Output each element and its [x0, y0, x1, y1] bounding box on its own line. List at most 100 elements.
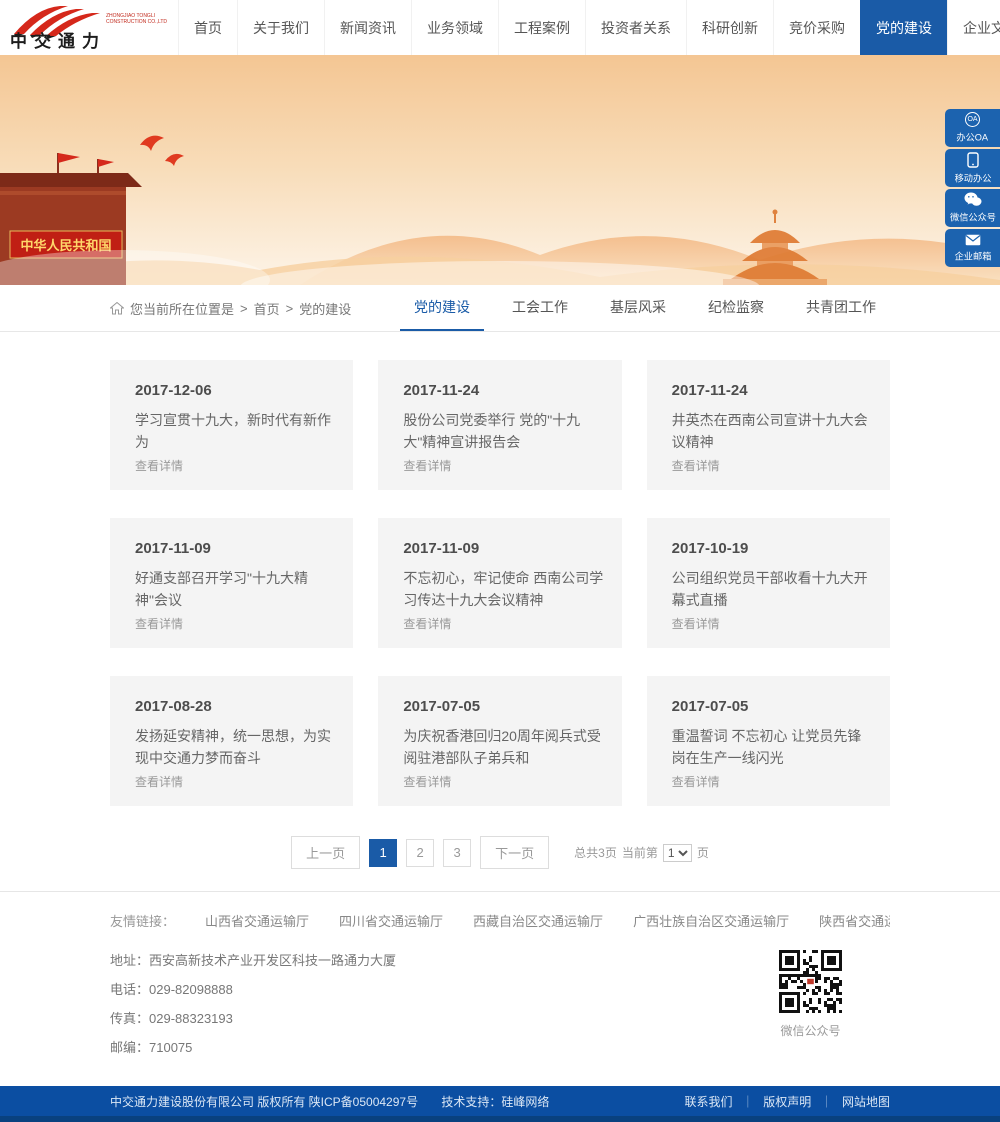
news-title: 发扬延安精神，统一思想，为实现中交通力梦而奋斗 — [135, 726, 335, 769]
page-1-button[interactable]: 1 — [369, 839, 397, 867]
nav-item-projects[interactable]: 工程案例 — [498, 0, 585, 55]
contact-phone: 电话：029-82098888 — [110, 979, 396, 998]
tab-youth-league[interactable]: 共青团工作 — [792, 285, 890, 331]
news-card[interactable]: 2017-07-05 为庆祝香港回归20周年阅兵式受阅驻港部队子弟兵和 查看详情 — [378, 676, 621, 806]
breadcrumb-prefix: 您当前所在位置是 — [130, 299, 234, 318]
tab-party-building[interactable]: 党的建设 — [400, 285, 484, 331]
bottom-bar: 中交通力建设股份有限公司 版权所有 陕ICP备05004297号 技术支持：硅峰… — [0, 1086, 1000, 1116]
office-oa-button[interactable]: OA 办公OA — [945, 109, 1000, 147]
mobile-office-button[interactable]: 移动办公 — [945, 149, 1000, 187]
qr-code — [779, 950, 842, 1013]
tab-discipline[interactable]: 纪检监察 — [694, 285, 778, 331]
friend-links-row: 友情链接： 山西省交通运输厅 四川省交通运输厅 西藏自治区交通运输厅 广西壮族自… — [110, 892, 890, 936]
news-card[interactable]: 2017-11-09 好通支部召开学习"十九大精神"会议 查看详情 — [110, 518, 353, 648]
news-title: 好通支部召开学习"十九大精神"会议 — [135, 568, 335, 611]
pagination: 上一页 1 2 3 下一页 总共3页 当前第 1 页 — [110, 836, 890, 869]
page-3-button[interactable]: 3 — [443, 839, 471, 867]
pagination-total: 总共3页 — [574, 844, 617, 861]
news-title: 为庆祝香港回归20周年阅兵式受阅驻港部队子弟兵和 — [403, 726, 603, 769]
breadcrumb-home-link[interactable]: 首页 — [254, 299, 280, 318]
news-card[interactable]: 2017-12-06 学习宣贯十九大，新时代有新作为 查看详情 — [110, 360, 353, 490]
mail-icon — [965, 234, 981, 246]
friend-link[interactable]: 山西省交通运输厅 — [205, 911, 309, 930]
nav-item-research[interactable]: 科研创新 — [686, 0, 773, 55]
breadcrumb: 您当前所在位置是 > 首页 > 党的建设 — [110, 285, 351, 331]
news-date: 2017-11-09 — [403, 540, 603, 557]
news-title: 学习宣贯十九大，新时代有新作为 — [135, 410, 335, 453]
wechat-icon — [964, 192, 982, 207]
news-title: 股份公司党委举行 党的"十九大"精神宣讲报告会 — [403, 410, 603, 453]
logo-art: ZHONGJIAO TONGLI CONSTRUCTION CO.,LTD 中交… — [8, 4, 178, 52]
news-card[interactable]: 2017-11-09 不忘初心，牢记使命 西南公司学习传达十九大会议精神 查看详… — [378, 518, 621, 648]
copyright-text: 中交通力建设股份有限公司 版权所有 陕ICP备05004297号 技术支持：硅峰… — [110, 1093, 555, 1110]
nav-item-business[interactable]: 业务领域 — [411, 0, 498, 55]
view-details-link[interactable]: 查看详情 — [135, 615, 183, 632]
news-date: 2017-11-24 — [403, 382, 603, 399]
friend-link[interactable]: 西藏自治区交通运输厅 — [473, 911, 603, 930]
news-title: 重温誓词 不忘初心 让党员先锋岗在生产一线闪光 — [672, 726, 872, 769]
nav-item-news[interactable]: 新闻资讯 — [324, 0, 411, 55]
page-select[interactable]: 1 — [663, 844, 692, 862]
friend-link[interactable]: 四川省交通运输厅 — [339, 911, 443, 930]
view-details-link[interactable]: 查看详情 — [135, 457, 183, 474]
news-card[interactable]: 2017-10-19 公司组织党员干部收看十九大开幕式直播 查看详情 — [647, 518, 890, 648]
company-logo[interactable]: ZHONGJIAO TONGLI CONSTRUCTION CO.,LTD 中交… — [0, 0, 178, 55]
view-details-link[interactable]: 查看详情 — [672, 457, 720, 474]
copyright-statement-link[interactable]: 版权声明 — [763, 1095, 811, 1109]
nav-item-investor[interactable]: 投资者关系 — [585, 0, 686, 55]
news-section: 2017-12-06 学习宣贯十九大，新时代有新作为 查看详情 2017-11-… — [0, 332, 1000, 869]
friend-links-label: 友情链接： — [110, 911, 175, 930]
contact-fax: 传真：029-88323193 — [110, 1008, 396, 1027]
nav-item-about[interactable]: 关于我们 — [237, 0, 324, 55]
news-title: 不忘初心，牢记使命 西南公司学习传达十九大会议精神 — [403, 568, 603, 611]
next-page-button[interactable]: 下一页 — [480, 836, 549, 869]
breadcrumb-sep: > — [240, 301, 248, 316]
nav-item-culture[interactable]: 企业文化 — [947, 0, 1000, 55]
wechat-official-button[interactable]: 微信公众号 — [945, 189, 1000, 227]
view-details-link[interactable]: 查看详情 — [135, 773, 183, 790]
logo-subtitle: ZHONGJIAO TONGLI CONSTRUCTION CO.,LTD — [106, 13, 176, 26]
wechat-qr-box: 微信公众号 — [779, 950, 842, 1039]
friend-link[interactable]: 广西壮族自治区交通运输厅 — [633, 911, 789, 930]
oa-icon: OA — [965, 112, 980, 127]
news-date: 2017-10-19 — [672, 540, 872, 557]
news-card[interactable]: 2017-08-28 发扬延安精神，统一思想，为实现中交通力梦而奋斗 查看详情 — [110, 676, 353, 806]
news-date: 2017-07-05 — [672, 698, 872, 715]
tab-grassroots[interactable]: 基层风采 — [596, 285, 680, 331]
news-card[interactable]: 2017-11-24 股份公司党委举行 党的"十九大"精神宣讲报告会 查看详情 — [378, 360, 621, 490]
news-title: 公司组织党员干部收看十九大开幕式直播 — [672, 568, 872, 611]
news-date: 2017-07-05 — [403, 698, 603, 715]
breadcrumb-current[interactable]: 党的建设 — [299, 299, 351, 318]
view-details-link[interactable]: 查看详情 — [672, 615, 720, 632]
view-details-link[interactable]: 查看详情 — [672, 773, 720, 790]
copyright: 中交通力建设股份有限公司 版权所有 陕ICP备05004297号 — [110, 1095, 418, 1109]
view-details-link[interactable]: 查看详情 — [403, 615, 451, 632]
home-icon — [110, 302, 124, 315]
bottom-strip — [0, 1116, 1000, 1122]
view-details-link[interactable]: 查看详情 — [403, 457, 451, 474]
sitemap-link[interactable]: 网站地图 — [842, 1095, 890, 1109]
contact-info: 地址：西安高新技术产业开发区科技一路通力大厦 电话：029-82098888 传… — [110, 950, 396, 1066]
news-date: 2017-11-09 — [135, 540, 335, 557]
logo-name: 中交通力 — [10, 27, 106, 52]
tab-union-work[interactable]: 工会工作 — [498, 285, 582, 331]
nav-item-bidding[interactable]: 竞价采购 — [773, 0, 860, 55]
friend-link[interactable]: 陕西省交通运输厅 — [819, 911, 890, 930]
news-card[interactable]: 2017-11-24 井英杰在西南公司宣讲十九大会议精神 查看详情 — [647, 360, 890, 490]
news-title: 井英杰在西南公司宣讲十九大会议精神 — [672, 410, 872, 453]
contact-address: 地址：西安高新技术产业开发区科技一路通力大厦 — [110, 950, 396, 969]
page-2-button[interactable]: 2 — [406, 839, 434, 867]
news-card[interactable]: 2017-07-05 重温誓词 不忘初心 让党员先锋岗在生产一线闪光 查看详情 — [647, 676, 890, 806]
banner-illustration: 中华人民共和国 — [0, 55, 1000, 285]
bottom-link-sep: ｜ — [821, 1095, 833, 1109]
contact-us-link[interactable]: 联系我们 — [685, 1095, 733, 1109]
prev-page-button[interactable]: 上一页 — [291, 836, 360, 869]
floating-toolbar: OA 办公OA 移动办公 微信公众号 企业邮箱 — [945, 109, 1000, 267]
news-date: 2017-12-06 — [135, 382, 335, 399]
main-nav: 首页 关于我们 新闻资讯 业务领域 工程案例 投资者关系 科研创新 竞价采购 党… — [178, 0, 1000, 55]
nav-item-party-building[interactable]: 党的建设 — [860, 0, 947, 55]
view-details-link[interactable]: 查看详情 — [403, 773, 451, 790]
enterprise-mail-button[interactable]: 企业邮箱 — [945, 229, 1000, 267]
nav-item-home[interactable]: 首页 — [178, 0, 237, 55]
footer-contact-section: 地址：西安高新技术产业开发区科技一路通力大厦 电话：029-82098888 传… — [110, 936, 890, 1086]
